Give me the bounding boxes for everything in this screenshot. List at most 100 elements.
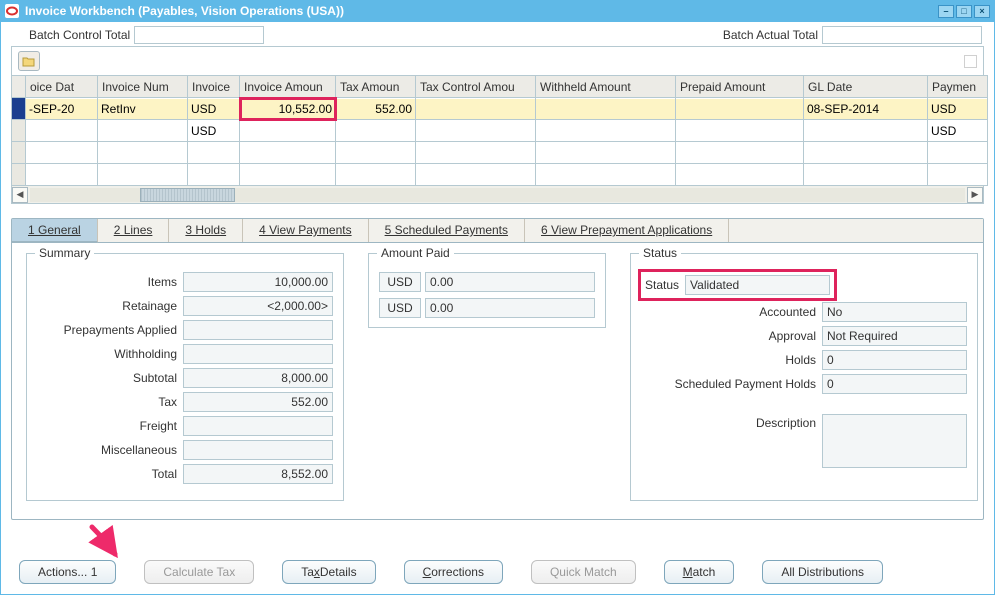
misc-value [183, 440, 333, 460]
col-tax-amount[interactable]: Tax Amoun [336, 76, 416, 98]
grid-row[interactable] [12, 98, 988, 120]
cell-payment-cur[interactable] [928, 121, 987, 141]
cell-prepaid[interactable] [676, 143, 803, 163]
batch-actual-input[interactable] [822, 26, 982, 44]
cell-prepaid[interactable] [676, 99, 803, 119]
tax-details-button[interactable]: Tax Details [282, 560, 375, 584]
cell-invoice-amount[interactable] [240, 121, 335, 141]
tab-holds[interactable]: 3 Holds [169, 219, 243, 242]
window-title: Invoice Workbench (Payables, Vision Oper… [25, 4, 344, 18]
cell-payment-cur[interactable] [928, 143, 987, 163]
toolbar-strip [11, 46, 984, 75]
cell-invoice-num[interactable] [98, 143, 187, 163]
paid-currency-1: USD [379, 272, 421, 292]
minimize-button[interactable]: – [938, 5, 954, 18]
batch-control-input[interactable] [134, 26, 264, 44]
accounted-value: No [822, 302, 967, 322]
match-button[interactable]: Match [664, 560, 735, 584]
approval-label: Approval [641, 329, 816, 343]
cell-withheld[interactable] [536, 165, 675, 185]
cell-invoice-date[interactable] [26, 165, 97, 185]
col-invoice-num[interactable]: Invoice Num [98, 76, 188, 98]
amount-paid-group: Amount Paid USD 0.00 USD 0.00 [368, 253, 606, 328]
maximize-button[interactable]: □ [956, 5, 972, 18]
cell-tax-amount[interactable] [336, 165, 415, 185]
grid-row[interactable] [12, 142, 988, 164]
tax-label: Tax [37, 395, 177, 409]
cell-invoice-cur[interactable] [188, 99, 239, 119]
col-tax-control[interactable]: Tax Control Amou [416, 76, 536, 98]
col-withheld[interactable]: Withheld Amount [536, 76, 676, 98]
cell-payment-cur[interactable] [928, 165, 987, 185]
status-group: Status Status Validated AccountedNo Appr… [630, 253, 978, 501]
tab-view-payments[interactable]: 4 View Payments [243, 219, 369, 242]
status-legend: Status [639, 246, 681, 260]
cell-tax-control[interactable] [416, 143, 535, 163]
cell-invoice-num[interactable] [98, 165, 187, 185]
all-distributions-button[interactable]: All Distributions [762, 560, 883, 584]
col-invoice-cur[interactable]: Invoice [188, 76, 240, 98]
cell-prepaid[interactable] [676, 165, 803, 185]
cell-invoice-amount[interactable] [240, 143, 335, 163]
grid-horizontal-scrollbar[interactable]: ◀ ▶ [11, 186, 984, 204]
col-payment-cur[interactable]: Paymen [928, 76, 988, 98]
grid-row[interactable] [12, 120, 988, 142]
retainage-label: Retainage [37, 299, 177, 313]
cell-tax-amount[interactable] [336, 99, 415, 119]
cell-gl-date[interactable] [804, 121, 927, 141]
cell-invoice-cur[interactable] [188, 165, 239, 185]
tab-lines[interactable]: 2 Lines [98, 219, 170, 242]
cell-withheld[interactable] [536, 143, 675, 163]
col-invoice-amount[interactable]: Invoice Amoun [240, 76, 336, 98]
grid-corner-marker [964, 55, 977, 68]
scroll-left-icon[interactable]: ◀ [12, 187, 28, 203]
cell-tax-control[interactable] [416, 121, 535, 141]
subtotal-value: 8,000.00 [183, 368, 333, 388]
cell-tax-amount[interactable] [336, 121, 415, 141]
cell-withheld[interactable] [536, 121, 675, 141]
status-label: Status [645, 278, 679, 292]
total-label: Total [37, 467, 177, 481]
cell-invoice-num[interactable] [98, 121, 187, 141]
scroll-thumb[interactable] [140, 188, 235, 202]
cell-invoice-cur[interactable] [188, 121, 239, 141]
batch-control-label: Batch Control Total [29, 28, 130, 42]
cell-gl-date[interactable] [804, 165, 927, 185]
folder-open-icon[interactable] [18, 51, 40, 71]
cell-gl-date[interactable] [804, 143, 927, 163]
cell-invoice-cur[interactable] [188, 143, 239, 163]
corrections-button[interactable]: Corrections [404, 560, 503, 584]
cell-tax-control[interactable] [416, 165, 535, 185]
quick-match-button[interactable]: Quick Match [531, 560, 636, 584]
prepayments-applied-label: Prepayments Applied [37, 323, 177, 337]
actions-button[interactable]: Actions... 1 [19, 560, 116, 584]
cell-invoice-num[interactable] [98, 99, 187, 119]
cell-invoice-date[interactable] [26, 121, 97, 141]
cell-invoice-date[interactable] [26, 99, 97, 119]
cell-gl-date[interactable] [804, 99, 927, 119]
cell-tax-control[interactable] [416, 99, 535, 119]
cell-tax-amount[interactable] [336, 143, 415, 163]
scroll-right-icon[interactable]: ▶ [967, 187, 983, 203]
freight-label: Freight [37, 419, 177, 433]
cell-payment-cur[interactable] [928, 99, 987, 119]
tab-general[interactable]: 1 General [12, 219, 98, 243]
close-button[interactable]: × [974, 5, 990, 18]
description-value[interactable] [822, 414, 967, 468]
cell-invoice-amount[interactable] [240, 99, 335, 119]
col-prepaid[interactable]: Prepaid Amount [676, 76, 804, 98]
cell-invoice-amount[interactable] [240, 165, 335, 185]
grid-row[interactable] [12, 164, 988, 186]
cell-prepaid[interactable] [676, 121, 803, 141]
invoice-grid: oice Dat Invoice Num Invoice Invoice Amo… [11, 75, 988, 186]
tab-prepayment-applications[interactable]: 6 View Prepayment Applications [525, 219, 729, 242]
cell-invoice-date[interactable] [26, 143, 97, 163]
col-gl-date[interactable]: GL Date [804, 76, 928, 98]
oracle-logo-icon [5, 4, 19, 18]
tab-scheduled-payments[interactable]: 5 Scheduled Payments [369, 219, 525, 242]
accounted-label: Accounted [641, 305, 816, 319]
cell-withheld[interactable] [536, 99, 675, 119]
withholding-label: Withholding [37, 347, 177, 361]
col-invoice-date[interactable]: oice Dat [26, 76, 98, 98]
calculate-tax-button[interactable]: Calculate Tax [144, 560, 254, 584]
